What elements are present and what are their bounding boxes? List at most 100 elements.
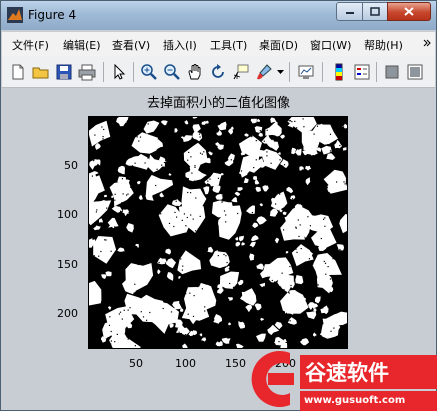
speckle xyxy=(202,266,204,268)
speckle xyxy=(104,149,106,151)
colorbar-icon[interactable] xyxy=(330,63,348,81)
speckle xyxy=(235,184,237,186)
open-folder-icon[interactable] xyxy=(32,63,50,81)
data-cursor-icon[interactable] xyxy=(232,63,250,81)
speckle xyxy=(325,157,327,159)
speckle xyxy=(175,253,177,255)
speckle xyxy=(109,232,112,234)
speckle xyxy=(279,193,281,195)
speckle xyxy=(175,274,177,276)
speckle xyxy=(324,195,326,197)
speckle xyxy=(131,130,133,132)
speckle xyxy=(280,143,282,145)
pan-hand-icon[interactable] xyxy=(186,63,204,81)
hide-plot-tools-icon[interactable] xyxy=(383,63,401,81)
speckle xyxy=(226,265,228,267)
menu-file[interactable]: 文件(F) xyxy=(12,37,49,53)
speckle xyxy=(205,128,207,130)
speckle xyxy=(332,251,334,253)
speckle xyxy=(144,162,146,164)
speckle xyxy=(183,117,185,119)
speckle xyxy=(139,328,142,330)
speckle xyxy=(129,307,131,309)
speckle xyxy=(260,243,262,245)
speckle xyxy=(277,216,279,218)
speckle xyxy=(332,258,334,260)
speckle xyxy=(266,184,268,186)
speckle xyxy=(232,286,235,288)
brush-dropdown-icon[interactable] xyxy=(277,70,284,75)
show-plot-tools-icon[interactable] xyxy=(406,63,424,81)
pointer-icon[interactable] xyxy=(110,63,128,81)
speckle xyxy=(283,289,285,291)
speckle xyxy=(336,181,338,183)
speckle xyxy=(102,138,104,140)
speckle xyxy=(162,274,164,276)
speckle xyxy=(165,197,168,199)
menu-window[interactable]: 窗口(W) xyxy=(310,37,351,53)
speckle xyxy=(201,153,203,155)
speckle xyxy=(102,312,104,314)
speckle xyxy=(142,316,145,318)
speckle xyxy=(302,175,304,177)
speckle xyxy=(270,162,272,164)
print-icon[interactable] xyxy=(78,63,96,81)
speckle xyxy=(147,157,149,159)
legend-icon[interactable] xyxy=(353,63,371,81)
rotate-icon[interactable] xyxy=(209,63,227,81)
speckle xyxy=(114,341,116,343)
speckle xyxy=(121,178,123,180)
menu-desktop[interactable]: 桌面(D) xyxy=(259,37,298,53)
speckle xyxy=(240,303,242,305)
zoom-out-icon[interactable] xyxy=(163,63,181,81)
speckle xyxy=(251,327,253,329)
speckle xyxy=(329,133,332,135)
speckle xyxy=(244,323,246,325)
speckle xyxy=(217,346,219,348)
speckle xyxy=(193,251,195,253)
speckle xyxy=(244,277,246,279)
speckle xyxy=(299,186,301,188)
close-button[interactable] xyxy=(387,2,431,21)
menu-view[interactable]: 查看(V) xyxy=(112,37,150,53)
speckle xyxy=(187,313,189,315)
speckle xyxy=(294,120,296,122)
zoom-in-icon[interactable] xyxy=(140,63,158,81)
speckle xyxy=(309,225,311,227)
speckle xyxy=(252,320,254,322)
speckle xyxy=(193,295,195,297)
speckle xyxy=(206,149,208,151)
link-plot-icon[interactable] xyxy=(297,63,315,81)
speckle xyxy=(303,180,305,182)
speckle xyxy=(147,242,149,244)
speckle xyxy=(120,136,122,138)
title-bar[interactable]: Figure 4 xyxy=(1,1,436,30)
speckle xyxy=(156,168,158,170)
image-axes[interactable] xyxy=(75,110,357,358)
speckle xyxy=(217,273,219,276)
speckle xyxy=(209,220,211,222)
speckle xyxy=(176,216,178,218)
speckle xyxy=(174,211,176,213)
binary-image xyxy=(75,110,357,358)
speckle xyxy=(188,151,190,153)
menu-overflow-icon[interactable] xyxy=(423,38,431,50)
speckle xyxy=(198,133,201,135)
menu-help[interactable]: 帮助(H) xyxy=(364,37,403,53)
speckle xyxy=(101,286,103,288)
speckle xyxy=(241,257,243,259)
menu-tools[interactable]: 工具(T) xyxy=(210,37,247,53)
minimize-button[interactable] xyxy=(336,2,363,21)
speckle xyxy=(101,284,103,286)
speckle xyxy=(164,262,167,264)
maximize-button[interactable] xyxy=(362,2,388,21)
menu-insert[interactable]: 插入(I) xyxy=(163,37,197,53)
menu-edit[interactable]: 编辑(E) xyxy=(63,37,101,53)
speckle xyxy=(293,246,295,248)
speckle xyxy=(143,131,146,133)
speckle xyxy=(100,250,102,253)
save-icon[interactable] xyxy=(55,63,73,81)
speckle xyxy=(240,170,243,172)
brush-icon[interactable] xyxy=(255,63,273,81)
new-file-icon[interactable] xyxy=(9,63,27,81)
